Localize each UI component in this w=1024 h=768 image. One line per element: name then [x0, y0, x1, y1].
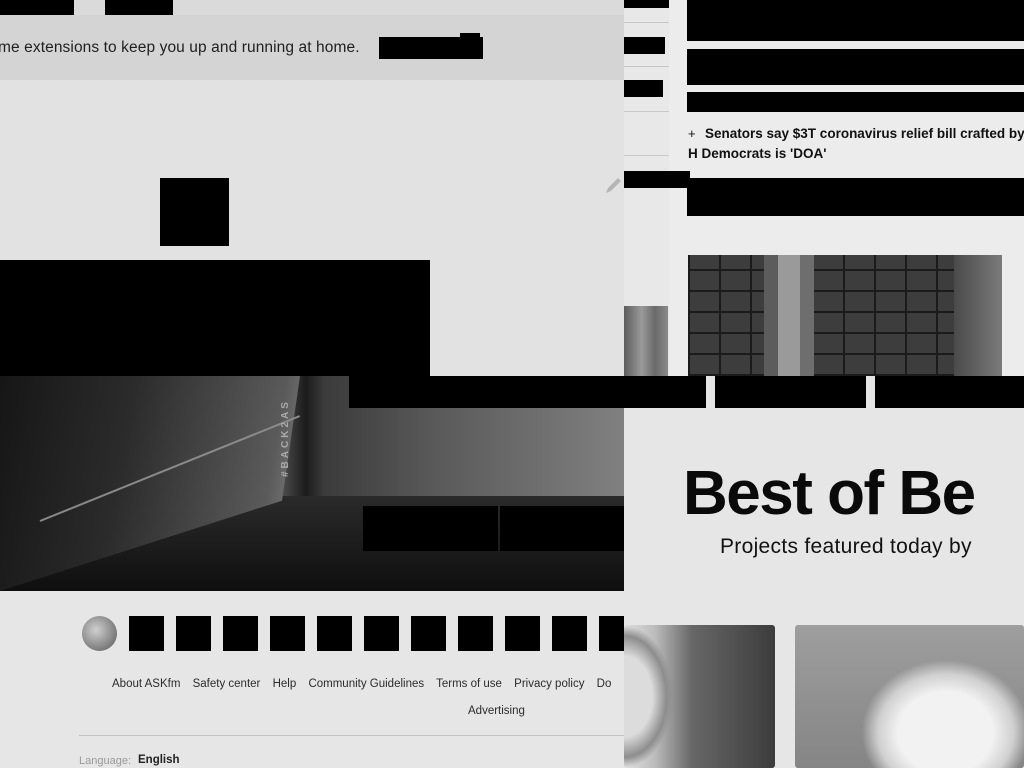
list-divider — [624, 155, 669, 156]
news-headline-link[interactable]: Senators say $3T coronavirus relief bill… — [688, 124, 1024, 164]
language-selector[interactable]: English — [138, 754, 180, 766]
redacted-headline[interactable] — [687, 0, 1024, 41]
footer-links: About ASKfm Safety center Help Community… — [112, 678, 620, 690]
social-icon[interactable] — [270, 616, 305, 651]
redacted-headline[interactable] — [687, 92, 1024, 112]
avatar[interactable] — [82, 616, 117, 651]
footer-link-do[interactable]: Do — [597, 678, 612, 690]
redacted-button[interactable] — [500, 506, 624, 551]
page-subtitle: Projects featured today by — [720, 535, 972, 558]
footer-divider — [79, 735, 624, 736]
redacted-nav-item[interactable] — [0, 0, 74, 15]
footer-link-privacy[interactable]: Privacy policy — [514, 678, 584, 690]
extension-icon[interactable] — [160, 178, 229, 246]
social-icon[interactable] — [129, 616, 164, 651]
redacted-item[interactable] — [624, 37, 665, 54]
footer-link-guidelines[interactable]: Community Guidelines — [308, 678, 424, 690]
news-photo-door — [954, 255, 1002, 376]
language-label: Language: — [79, 755, 131, 767]
social-icon[interactable] — [223, 616, 258, 651]
redacted-tab[interactable] — [875, 376, 1024, 408]
redacted-tab[interactable] — [349, 376, 706, 408]
banner-message: me extensions to keep you up and running… — [0, 39, 360, 56]
list-divider — [624, 66, 669, 67]
list-divider — [624, 22, 669, 23]
footer-link-help[interactable]: Help — [273, 678, 297, 690]
social-icon[interactable] — [599, 616, 624, 651]
hero-image — [0, 376, 624, 591]
redacted-headline[interactable] — [687, 178, 1024, 216]
redacted-headline[interactable] — [687, 49, 1024, 85]
social-icon[interactable] — [176, 616, 211, 651]
extension-info-block — [0, 260, 430, 376]
footer-link-advertising[interactable]: Advertising — [468, 705, 525, 717]
project-card-image — [624, 625, 674, 768]
redacted-item[interactable] — [624, 171, 690, 188]
social-icon[interactable] — [458, 616, 493, 651]
redacted-link — [460, 33, 480, 39]
list-divider — [624, 111, 669, 112]
redacted-button[interactable] — [363, 506, 498, 551]
redacted-link[interactable] — [379, 37, 483, 59]
top-nav-bar — [0, 0, 624, 15]
social-icon[interactable] — [317, 616, 352, 651]
page-title: Best of Be — [683, 459, 976, 528]
project-card-image — [850, 650, 1024, 768]
news-photo-gap — [1002, 255, 1024, 376]
footer-link-about[interactable]: About ASKfm — [112, 678, 180, 690]
social-icon[interactable] — [411, 616, 446, 651]
redacted-item[interactable] — [624, 80, 663, 97]
redacted-tab[interactable] — [715, 376, 866, 408]
news-thumbnail[interactable] — [624, 306, 668, 376]
redacted-item — [624, 0, 669, 8]
social-icon[interactable] — [364, 616, 399, 651]
social-icon[interactable] — [505, 616, 540, 651]
social-icon[interactable] — [552, 616, 587, 651]
hero-hashtag: #BACK2AS — [280, 399, 291, 477]
pencil-icon[interactable] — [603, 174, 625, 196]
footer-link-safety[interactable]: Safety center — [193, 678, 261, 690]
footer-link-terms[interactable]: Terms of use — [436, 678, 502, 690]
redacted-nav-item[interactable] — [105, 0, 173, 15]
